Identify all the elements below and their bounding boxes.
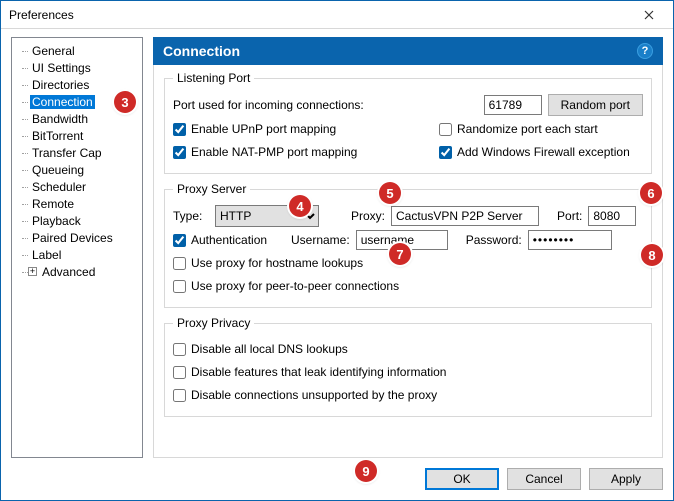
proxy-server-legend: Proxy Server — [173, 182, 250, 196]
cancel-button[interactable]: Cancel — [507, 468, 581, 490]
annotation-9: 9 — [355, 460, 377, 482]
tree-item-label: Paired Devices — [30, 231, 115, 245]
auth-checkbox[interactable]: Authentication — [173, 233, 285, 247]
tree-item-bittorrent[interactable]: BitTorrent — [14, 127, 140, 144]
listening-port-group: Listening Port Port used for incoming co… — [164, 71, 652, 174]
ok-button[interactable]: OK — [425, 468, 499, 490]
annotation-6: 6 — [640, 182, 662, 204]
tree-item-scheduler[interactable]: Scheduler — [14, 178, 140, 195]
dialog-buttons: OK Cancel Apply — [1, 458, 673, 500]
close-button[interactable] — [629, 2, 669, 28]
password-label: Password: — [466, 233, 522, 247]
tree-item-advanced[interactable]: +Advanced — [14, 263, 140, 280]
annotation-5: 5 — [379, 182, 401, 204]
tree-item-label: Bandwidth — [30, 112, 90, 126]
tree-item-paired-devices[interactable]: Paired Devices — [14, 229, 140, 246]
annotation-8: 8 — [641, 244, 663, 266]
disable-leak-checkbox[interactable]: Disable features that leak identifying i… — [173, 365, 446, 379]
apply-button[interactable]: Apply — [589, 468, 663, 490]
preferences-window: Preferences General UI Settings Directorie… — [0, 0, 674, 501]
proxy-privacy-group: Proxy Privacy Disable all local DNS look… — [164, 316, 652, 417]
hostname-lookups-checkbox[interactable]: Use proxy for hostname lookups — [173, 256, 363, 270]
window-title: Preferences — [9, 8, 629, 22]
annotation-7: 7 — [389, 243, 411, 265]
proxy-server-group: Proxy Server Type: HTTP Proxy: Port: — [164, 182, 652, 308]
tree-item-label: Advanced — [40, 265, 97, 279]
panel-header: Connection ? — [153, 37, 663, 65]
port-label: Port used for incoming connections: — [173, 98, 364, 112]
tree-item-label: Playback — [30, 214, 83, 228]
tree-item-general[interactable]: General — [14, 42, 140, 59]
annotation-3: 3 — [114, 91, 136, 113]
tree-item-label: Label — [30, 248, 63, 262]
natpmp-checkbox[interactable]: Enable NAT-PMP port mapping — [173, 145, 433, 159]
panel-title: Connection — [163, 43, 240, 59]
tree-item-ui-settings[interactable]: UI Settings — [14, 59, 140, 76]
tree-item-label: Transfer Cap — [30, 146, 104, 160]
tree-item-playback[interactable]: Playback — [14, 212, 140, 229]
tree-item-label: UI Settings — [30, 61, 93, 75]
tree-item-label: Connection — [30, 95, 95, 109]
proxy-port-input[interactable] — [588, 206, 636, 226]
tree-item-transfer-cap[interactable]: Transfer Cap — [14, 144, 140, 161]
tree-item-label: BitTorrent — [30, 129, 85, 143]
tree-item-remote[interactable]: Remote — [14, 195, 140, 212]
annotation-4: 4 — [289, 195, 311, 217]
tree-item-queueing[interactable]: Queueing — [14, 161, 140, 178]
tree-item-label: Scheduler — [30, 180, 88, 194]
listening-port-input[interactable] — [484, 95, 542, 115]
tree-item-label: Remote — [30, 197, 76, 211]
randomize-checkbox[interactable]: Randomize port each start — [439, 122, 598, 136]
tree-item-label: General — [30, 44, 77, 58]
listening-port-legend: Listening Port — [173, 71, 254, 85]
username-label: Username: — [291, 233, 350, 247]
tree-item-label: Queueing — [30, 163, 86, 177]
help-icon[interactable]: ? — [637, 43, 653, 59]
tree-item-label[interactable]: Label — [14, 246, 140, 263]
proxy-port-label: Port: — [557, 209, 582, 223]
random-port-button[interactable]: Random port — [548, 94, 643, 116]
expand-icon[interactable]: + — [28, 267, 37, 276]
proxy-privacy-legend: Proxy Privacy — [173, 316, 254, 330]
titlebar: Preferences — [1, 1, 673, 29]
proxy-type-label: Type: — [173, 209, 209, 223]
tree-item-label: Directories — [30, 78, 91, 92]
password-input[interactable] — [528, 230, 612, 250]
proxy-host-label: Proxy: — [351, 209, 385, 223]
p2p-proxy-checkbox[interactable]: Use proxy for peer-to-peer connections — [173, 279, 399, 293]
proxy-host-input[interactable] — [391, 206, 539, 226]
firewall-checkbox[interactable]: Add Windows Firewall exception — [439, 145, 630, 159]
disable-dns-checkbox[interactable]: Disable all local DNS lookups — [173, 342, 348, 356]
upnp-checkbox[interactable]: Enable UPnP port mapping — [173, 122, 433, 136]
disable-unsupported-checkbox[interactable]: Disable connections unsupported by the p… — [173, 388, 437, 402]
